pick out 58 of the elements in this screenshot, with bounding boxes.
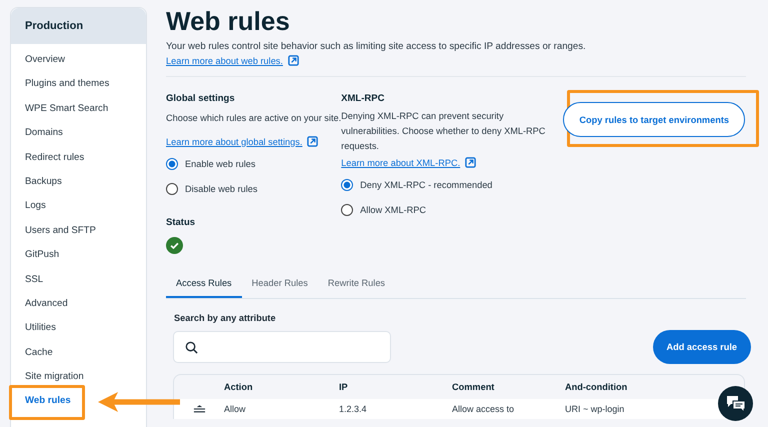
external-link-icon [465,157,476,168]
sidebar-item[interactable]: Advanced [11,292,82,316]
sidebar-item[interactable]: Backups [11,170,76,194]
section-heading: XML-RPC [341,93,386,104]
learn-more-link[interactable]: Learn more about web rules. [166,56,283,66]
sidebar-item[interactable]: Users and SFTP [11,218,110,244]
sidebar-item[interactable]: Web rules [11,389,85,414]
sidebar-item[interactable]: Plugins and themes [11,72,124,97]
sidebar-item[interactable]: Utilities [11,316,70,341]
tab[interactable]: Header Rules [242,270,318,298]
radio-button[interactable] [166,158,178,170]
external-link-icon [307,136,318,147]
radio-button[interactable] [166,183,178,195]
chat-icon [726,394,746,412]
sidebar-item[interactable]: SSL [11,268,58,292]
table-cell-text: 1.2.3.4 [339,404,368,414]
table-cell-text: Allow [224,404,247,414]
learn-more-link[interactable]: Learn more about XML-RPC. [341,158,460,168]
radio-label: Allow XML-RPC [360,205,426,215]
sidebar-item[interactable]: GitPush [11,243,74,268]
table-cell-text: URI ~ wp-login [565,404,626,414]
radio-label: Disable web rules [185,184,258,194]
sidebar-item[interactable]: Redirect rules [11,146,98,170]
section-description: Denying XML-RPC can prevent security vulnerabilities. Choose whether to deny XML-RPC requests. [341,110,546,153]
search-label: Search by any attribute [174,313,277,323]
sidebar-item[interactable]: Site migration [11,365,98,390]
section-description: Choose which rules are active on your site. [166,113,342,123]
add-access-rule-button[interactable]: Add access rule [652,330,751,364]
radio-label: Deny XML-RPC - recommended [360,180,492,190]
tab[interactable]: Rewrite Rules [318,270,396,298]
radio-label: Enable web rules [185,159,256,169]
radio-button[interactable] [341,179,354,191]
column-header: Action [224,382,254,392]
external-link-icon [288,55,299,66]
column-header: IP [339,382,349,392]
sidebar-item[interactable]: Cache [11,340,67,366]
sidebar-item[interactable]: Domains [11,121,77,146]
radio-button[interactable] [341,204,354,216]
page-description: Your web rules control site behavior such as limiting site access to specific IP addresses or ranges. [166,41,587,52]
column-header: Comment [452,382,496,392]
copy-rules-button[interactable]: Copy rules to target environments [563,102,745,137]
learn-more-link[interactable]: Learn more about global settings. [166,136,302,146]
sidebar-item[interactable]: WPE Smart Search [11,96,122,122]
search-field[interactable] [173,331,391,363]
check-icon [166,237,183,254]
page-title: Web rules [166,5,291,37]
table-cell-text: Allow access to [452,404,516,414]
arrow-icon [98,391,180,413]
chat-button[interactable] [718,386,753,421]
column-header: And-condition [565,382,628,392]
status-heading: Status [166,217,196,228]
section-heading: Global settings [166,93,236,104]
drag-handle-icon[interactable] [192,405,206,413]
sidebar-item[interactable]: Logs [11,194,60,219]
tab[interactable]: Access Rules [166,270,242,298]
sidebar-item[interactable]: Overview [11,48,79,72]
sidebar-title: Production [11,8,146,44]
search-icon [185,340,198,354]
